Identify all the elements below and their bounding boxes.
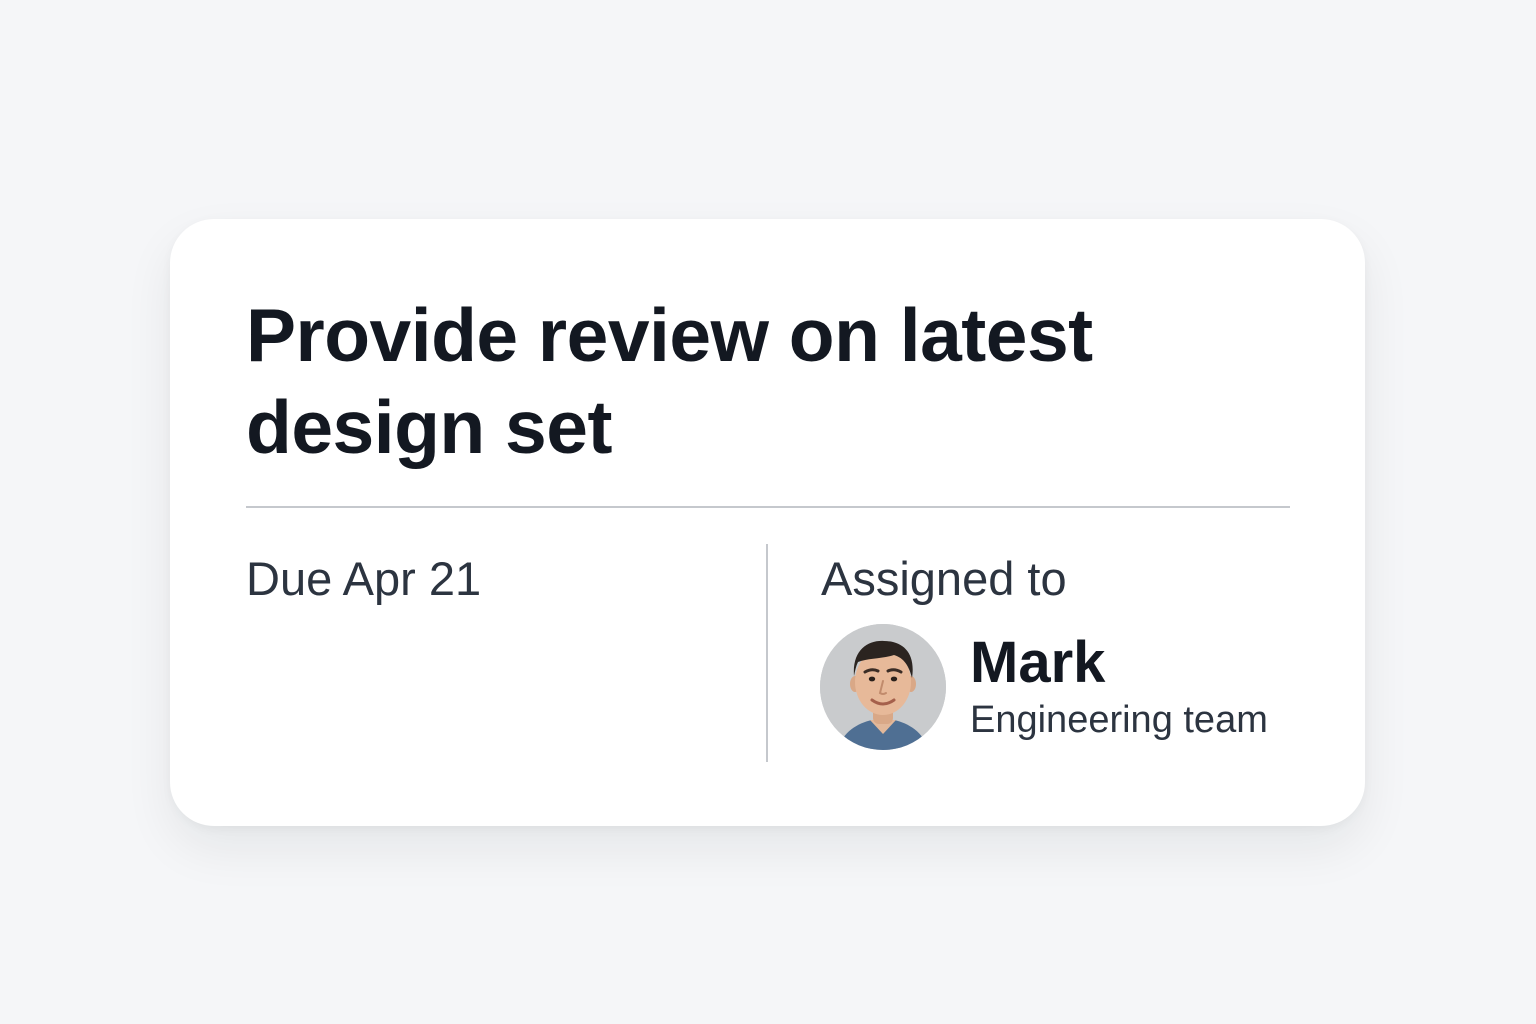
user-photo-icon xyxy=(820,624,946,750)
assignee-name: Mark xyxy=(970,630,1106,695)
assignee-info: Mark Engineering team xyxy=(970,631,1268,743)
horizontal-divider xyxy=(246,506,1290,508)
assignee-team: Engineering team xyxy=(970,699,1268,741)
task-title: Provide review on latest design set xyxy=(246,293,1093,469)
vertical-divider xyxy=(766,544,768,762)
assigned-to-label: Assigned to xyxy=(821,552,1067,605)
due-date: Due Apr 21 xyxy=(246,552,482,605)
avatar[interactable] xyxy=(820,624,946,750)
task-card[interactable]: Provide review on latest design set Due … xyxy=(170,219,1365,826)
assignee[interactable]: Mark Engineering team xyxy=(820,624,1268,750)
